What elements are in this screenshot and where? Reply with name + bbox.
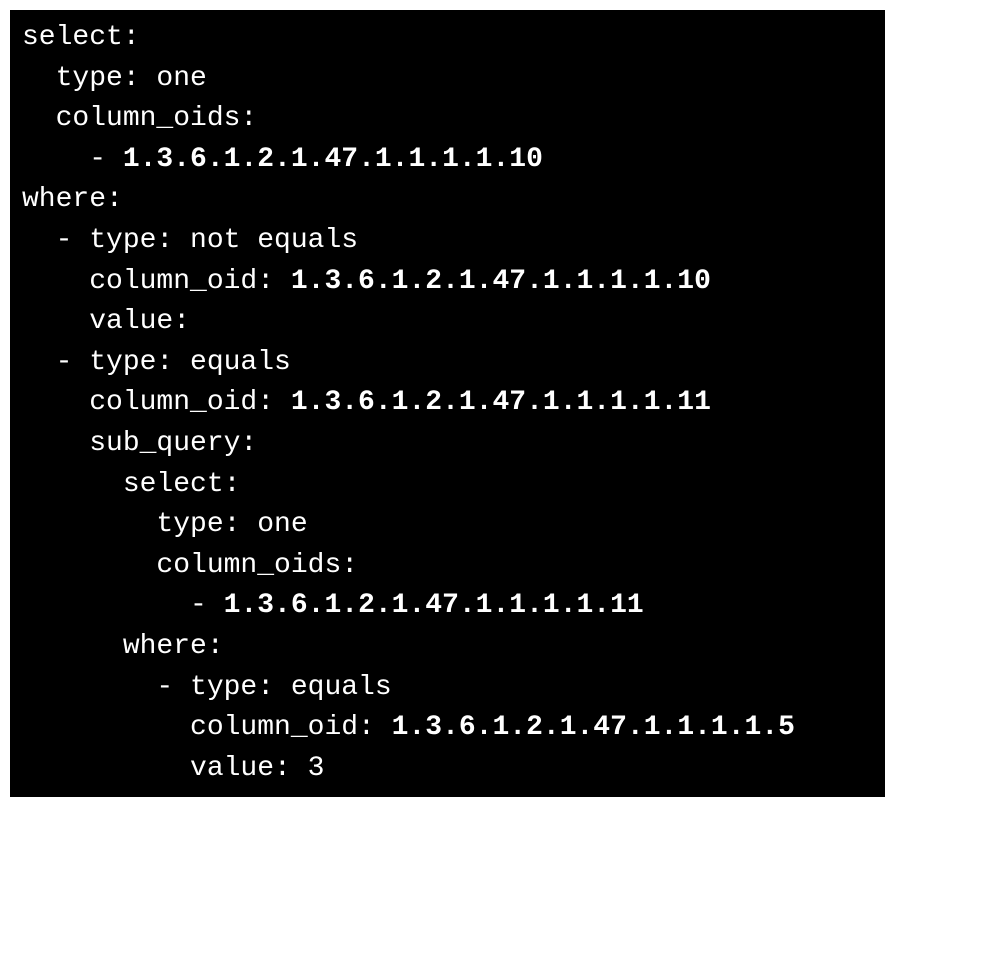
oid-value: 1.3.6.1.2.1.47.1.1.1.1.5 [392,712,795,743]
code-line: column_oid: 1.3.6.1.2.1.47.1.1.1.1.5 [22,708,873,749]
yaml-key: type: one [22,509,308,540]
code-line: - 1.3.6.1.2.1.47.1.1.1.1.11 [22,586,873,627]
yaml-key: value: [22,306,190,337]
terminal-output: select: type: one column_oids: - 1.3.6.1… [10,10,885,797]
yaml-key: - type: equals [22,672,392,703]
yaml-key: select: [22,469,240,500]
code-line: column_oid: 1.3.6.1.2.1.47.1.1.1.1.11 [22,383,873,424]
yaml-key: column_oids: [22,550,358,581]
code-line: where: [22,627,873,668]
yaml-key: - type: equals [22,347,291,378]
oid-value: 1.3.6.1.2.1.47.1.1.1.1.10 [291,266,711,297]
yaml-prefix: column_oid: [22,387,291,418]
oid-value: 1.3.6.1.2.1.47.1.1.1.1.10 [123,144,543,175]
code-line: column_oid: 1.3.6.1.2.1.47.1.1.1.1.10 [22,262,873,303]
yaml-key: where: [22,184,123,215]
code-line: - type: not equals [22,221,873,262]
code-line: column_oids: [22,99,873,140]
code-line: type: one [22,505,873,546]
yaml-key: where: [22,631,224,662]
code-line: select: [22,18,873,59]
yaml-key: type: one [22,63,207,94]
code-line: select: [22,465,873,506]
yaml-prefix: - [22,590,224,621]
yaml-prefix: column_oid: [22,266,291,297]
code-line: value: [22,302,873,343]
oid-value: 1.3.6.1.2.1.47.1.1.1.1.11 [291,387,711,418]
code-line: column_oids: [22,546,873,587]
code-line: sub_query: [22,424,873,465]
yaml-key: sub_query: [22,428,257,459]
yaml-prefix: column_oid: [22,712,392,743]
yaml-key: select: [22,22,140,53]
code-line: value: 3 [22,749,873,790]
oid-value: 1.3.6.1.2.1.47.1.1.1.1.11 [224,590,644,621]
code-line: - 1.3.6.1.2.1.47.1.1.1.1.10 [22,140,873,181]
code-line: - type: equals [22,668,873,709]
code-line: where: [22,180,873,221]
code-line: - type: equals [22,343,873,384]
yaml-key: column_oids: [22,103,257,134]
yaml-key: value: 3 [22,753,324,784]
yaml-prefix: - [22,144,123,175]
code-line: type: one [22,59,873,100]
yaml-key: - type: not equals [22,225,358,256]
